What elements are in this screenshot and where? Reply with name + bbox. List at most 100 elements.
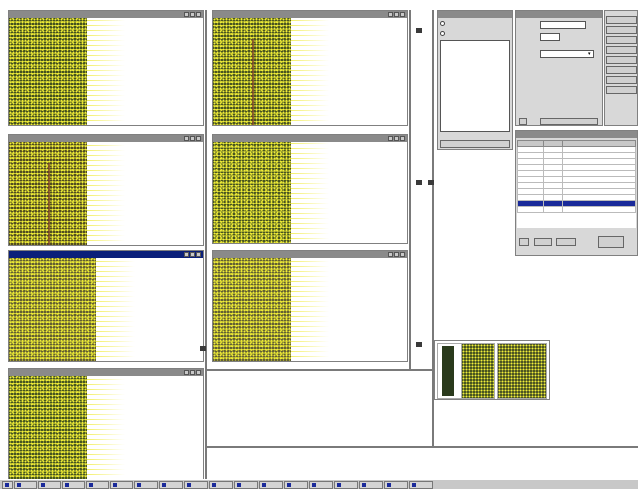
minimize-icon[interactable] [184,252,189,257]
image-view[interactable] [9,376,203,479]
close-icon[interactable] [400,252,405,257]
image-view[interactable] [213,142,407,243]
minimize-icon[interactable] [184,370,189,375]
maximize-icon[interactable] [190,252,195,257]
taskbar-item[interactable] [409,480,433,489]
chevron-down-icon[interactable]: ▾ [588,51,591,57]
taskbar-item[interactable] [334,480,358,489]
image-window-1-titlebar[interactable] [9,11,203,18]
taskbar-item[interactable] [134,480,158,489]
maximize-icon[interactable] [190,370,195,375]
image-window-2-titlebar[interactable] [213,11,407,18]
maximize-icon[interactable] [190,136,195,141]
taskbar-item[interactable] [309,480,333,489]
data-table-titlebar[interactable] [516,131,637,138]
command-button-7[interactable] [606,76,637,84]
taskbar-item[interactable] [384,480,408,489]
image-window-5-titlebar[interactable] [9,251,203,258]
horizontal-splitter[interactable] [206,446,638,448]
image-window-4[interactable] [212,134,408,244]
selection-panel-titlebar[interactable] [438,11,512,18]
image-window-7[interactable] [8,368,204,480]
taskbar-item[interactable] [259,480,283,489]
close-icon[interactable] [196,136,201,141]
command-button-4[interactable] [606,46,637,54]
table-button-1[interactable] [519,238,529,246]
image-window-6-titlebar[interactable] [213,251,407,258]
image-view[interactable] [9,142,203,245]
splitter-handle[interactable] [416,342,422,347]
taskbar-item[interactable] [86,480,109,489]
table-button-2[interactable] [534,238,552,246]
maximize-icon[interactable] [394,12,399,17]
close-icon[interactable] [196,370,201,375]
minimize-icon[interactable] [388,252,393,257]
taskbar-item[interactable] [359,480,383,489]
table-button-3[interactable] [556,238,576,246]
maximize-icon[interactable] [394,136,399,141]
image-view[interactable] [9,258,203,361]
image-window-3[interactable] [8,134,204,246]
splitter-handle[interactable] [416,180,422,185]
vertical-splitter[interactable] [409,10,411,370]
close-icon[interactable] [400,12,405,17]
mode-dropdown[interactable] [540,50,594,58]
radio-option[interactable] [440,21,445,26]
taskbar-item[interactable] [14,480,37,489]
control-panel-titlebar[interactable] [516,11,602,18]
id-field[interactable] [540,21,586,29]
minimize-icon[interactable] [388,12,393,17]
image-window-2[interactable] [212,10,408,126]
prev-button[interactable] [519,118,527,125]
image-view[interactable] [213,18,407,125]
image-window-6[interactable] [212,250,408,362]
close-icon[interactable] [400,136,405,141]
maximize-icon[interactable] [190,12,195,17]
taskbar-item[interactable] [284,480,308,489]
apply-button[interactable] [440,140,510,148]
table-row[interactable] [517,206,636,213]
taskbar-item[interactable] [110,480,133,489]
image-window-3-titlebar[interactable] [9,135,203,142]
taskbar-item[interactable] [209,480,233,489]
image-view[interactable] [9,18,203,125]
image-window-7-titlebar[interactable] [9,369,203,376]
command-button-6[interactable] [606,66,637,74]
trunk-marker [47,162,50,245]
taskbar-item[interactable] [159,480,183,489]
command-button-3[interactable] [606,36,637,44]
minimize-icon[interactable] [184,12,189,17]
start-button[interactable] [2,480,13,489]
taskbar-item[interactable] [38,480,61,489]
command-button-2[interactable] [606,26,637,34]
command-button-8[interactable] [606,86,637,94]
image-window-4-titlebar[interactable] [213,135,407,142]
minimize-icon[interactable] [184,136,189,141]
thumbnail[interactable] [497,343,547,399]
command-button-1[interactable] [606,16,637,24]
splitter-handle[interactable] [428,180,434,185]
taskbar-item[interactable] [234,480,258,489]
close-icon[interactable] [196,12,201,17]
export-button[interactable] [540,118,598,125]
taskbar-item[interactable] [184,480,208,489]
image-window-1[interactable] [8,10,204,126]
size-field[interactable] [540,33,560,41]
table-button-4[interactable] [598,236,624,248]
command-button-5[interactable] [606,56,637,64]
list-item[interactable] [441,107,509,113]
minimize-icon[interactable] [388,136,393,141]
maximize-icon[interactable] [394,252,399,257]
taskbar-item[interactable] [62,480,85,489]
close-icon[interactable] [196,252,201,257]
splitter-handle[interactable] [200,346,206,351]
thumbnail[interactable] [461,343,495,399]
splitter-handle[interactable] [416,28,422,33]
image-view[interactable] [213,258,407,361]
radio-option[interactable] [440,31,445,36]
data-table-scroll[interactable] [517,140,636,228]
horizontal-splitter[interactable] [206,369,432,371]
point-list[interactable] [440,40,510,132]
vertical-splitter[interactable] [205,10,207,479]
image-window-5[interactable] [8,250,204,362]
